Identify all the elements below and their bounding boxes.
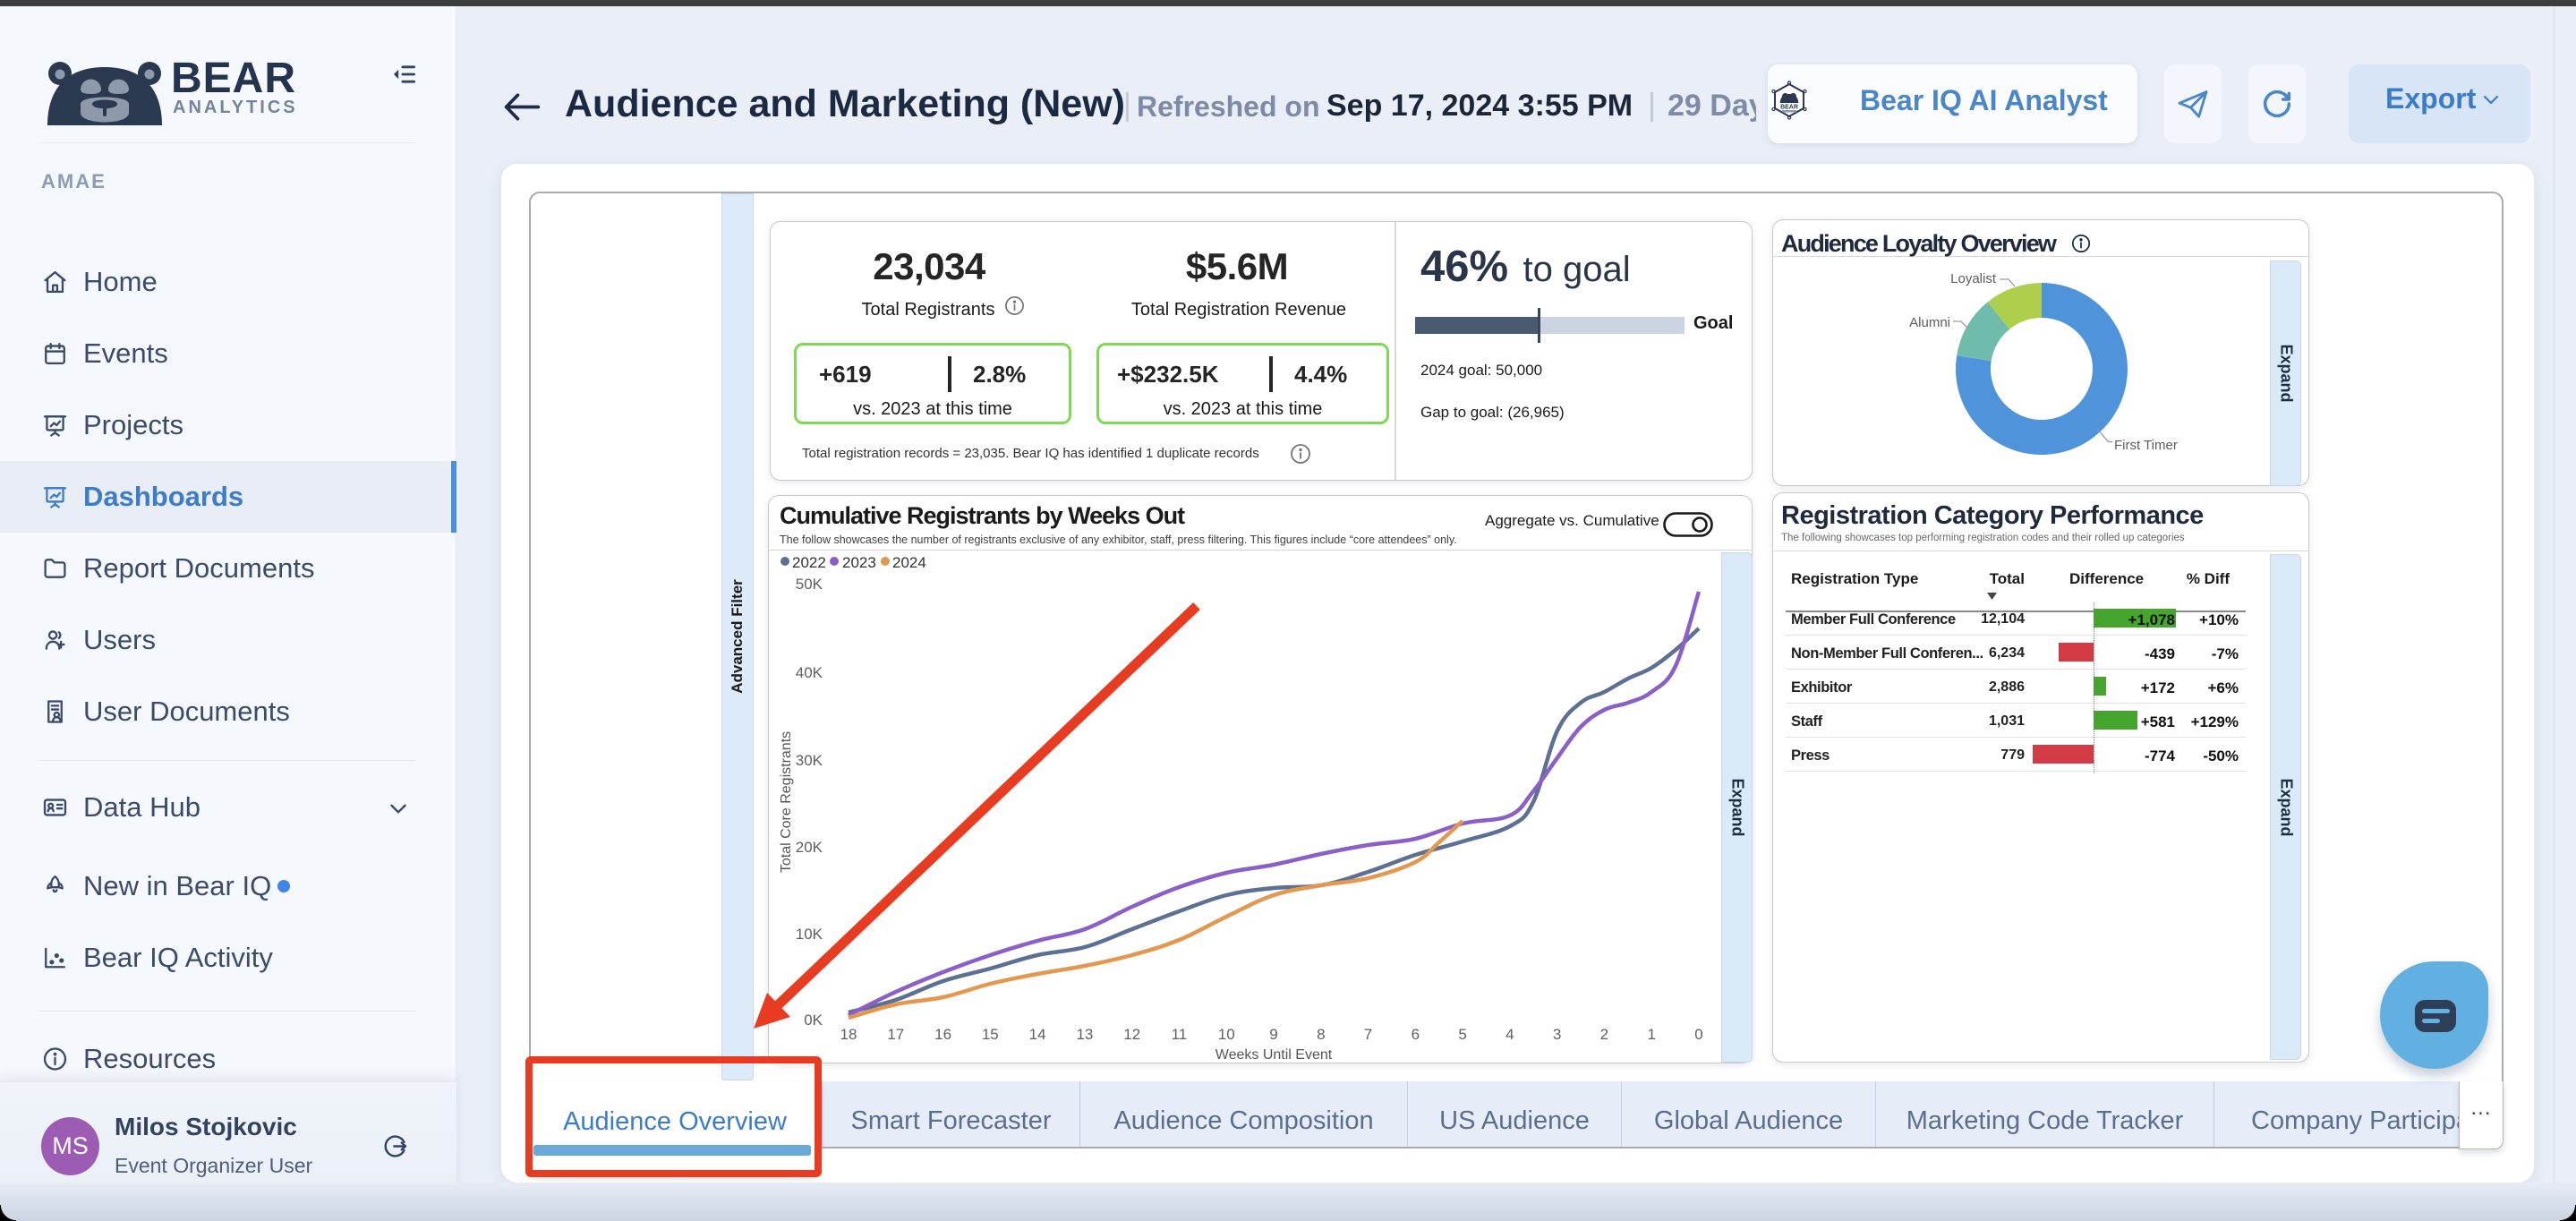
- svg-text:10: 10: [1218, 1026, 1235, 1043]
- svg-text:16: 16: [934, 1026, 951, 1043]
- svg-text:50K: 50K: [796, 576, 823, 593]
- svg-text:Alumni: Alumni: [1909, 315, 1950, 330]
- svg-text:9: 9: [1269, 1026, 1277, 1043]
- svg-text:10K: 10K: [796, 926, 823, 943]
- svg-text:13: 13: [1076, 1026, 1093, 1043]
- svg-text:2022: 2022: [792, 554, 826, 571]
- svg-text:11: 11: [1172, 1026, 1188, 1043]
- svg-text:2: 2: [1600, 1026, 1608, 1043]
- svg-text:20K: 20K: [796, 839, 823, 856]
- svg-text:18: 18: [840, 1026, 857, 1043]
- svg-text:8: 8: [1317, 1026, 1325, 1043]
- svg-text:2023: 2023: [842, 554, 876, 571]
- svg-text:14: 14: [1029, 1026, 1046, 1043]
- svg-text:6: 6: [1412, 1026, 1420, 1043]
- svg-text:0: 0: [1694, 1026, 1702, 1043]
- svg-text:5: 5: [1458, 1026, 1466, 1043]
- svg-text:17: 17: [887, 1026, 904, 1043]
- svg-text:First Timer: First Timer: [2114, 438, 2178, 453]
- svg-text:40K: 40K: [796, 664, 823, 681]
- svg-text:15: 15: [982, 1026, 999, 1043]
- svg-text:Weeks Until Event: Weeks Until Event: [1215, 1047, 1333, 1063]
- svg-text:1: 1: [1647, 1026, 1655, 1043]
- svg-text:0K: 0K: [804, 1012, 823, 1029]
- svg-text:7: 7: [1364, 1026, 1372, 1043]
- svg-text:30K: 30K: [796, 752, 823, 769]
- svg-text:4: 4: [1506, 1026, 1514, 1043]
- svg-text:Loyalist: Loyalist: [1950, 271, 1997, 286]
- svg-text:BEAR: BEAR: [1780, 105, 1798, 111]
- svg-text:Total Core Registrants: Total Core Registrants: [779, 731, 794, 873]
- svg-text:12: 12: [1123, 1026, 1140, 1043]
- svg-text:2024: 2024: [892, 554, 926, 571]
- svg-text:3: 3: [1553, 1026, 1561, 1043]
